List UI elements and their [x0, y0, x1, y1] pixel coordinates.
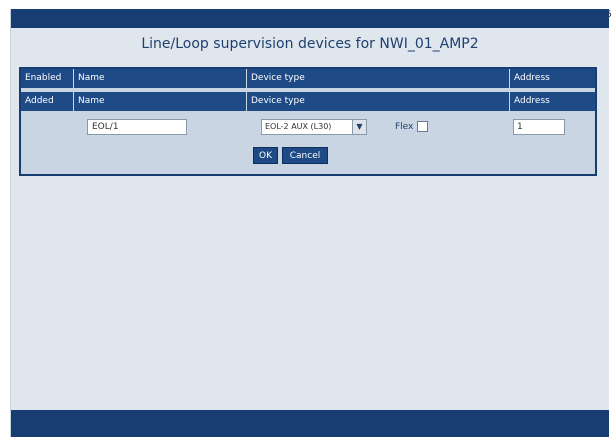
header-name: Name	[73, 92, 246, 111]
header-name: Name	[73, 69, 246, 88]
device-type-select[interactable]: EOL-2 AUX (L30) ▼	[261, 119, 367, 135]
table-header-row-enabled: Enabled Name Device type Address	[21, 69, 595, 88]
address-input[interactable]	[513, 119, 565, 135]
header-address: Address	[509, 69, 595, 88]
device-type-selected: EOL-2 AUX (L30)	[265, 122, 332, 131]
cancel-button[interactable]: Cancel	[282, 147, 328, 164]
bottom-bar	[11, 410, 609, 437]
devices-panel: Enabled Name Device type Address Added N…	[19, 67, 597, 176]
flex-checkbox[interactable]	[417, 121, 428, 132]
header-address: Address	[509, 92, 595, 111]
header-state: Enabled	[25, 73, 62, 83]
header-device-type: Device type	[246, 69, 509, 88]
page-title: Line/Loop supervision devices for NWI_01…	[141, 36, 479, 52]
chevron-down-icon[interactable]: ▼	[352, 120, 366, 134]
content-frame: Line/Loop supervision devices for NWI_01…	[10, 9, 609, 437]
header-state: Added	[25, 96, 54, 106]
flex-label: Flex	[395, 122, 414, 132]
new-device-row: EOL-2 AUX (L30) ▼ Flex	[21, 117, 595, 141]
ok-button[interactable]: OK	[253, 147, 278, 164]
top-bar	[11, 9, 609, 28]
name-input[interactable]	[87, 119, 187, 135]
header-device-type: Device type	[246, 92, 509, 111]
table-header-row-added: Added Name Device type Address	[21, 92, 595, 111]
